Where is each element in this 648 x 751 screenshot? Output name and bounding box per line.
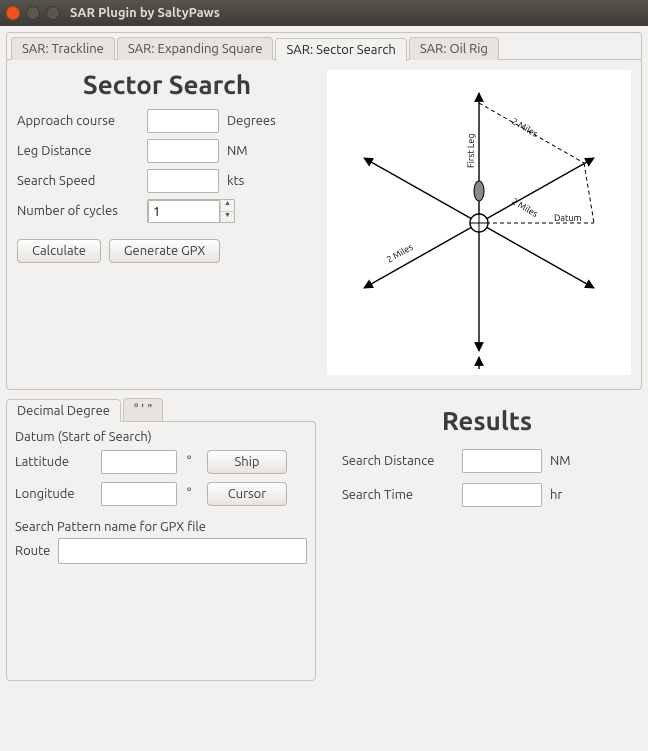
tab-dms[interactable]: ° ' ": [123, 398, 164, 421]
cycles-label: Number of cycles: [17, 204, 147, 218]
approach-course-input[interactable]: [147, 109, 219, 133]
close-icon[interactable]: [6, 6, 20, 20]
search-time-output[interactable]: [462, 483, 542, 507]
search-distance-unit: NM: [550, 454, 571, 468]
minimize-icon[interactable]: [26, 6, 40, 20]
longitude-label: Longitude: [15, 487, 95, 501]
approach-course-label: Approach course: [17, 114, 147, 128]
route-label: Route: [15, 544, 50, 558]
diagram-two-miles-1: 2 Miles: [510, 116, 540, 139]
latitude-label: Lattitude: [15, 455, 95, 469]
cycles-step-up[interactable]: ▲: [221, 200, 234, 212]
diagram-first-leg-label: First Leg: [466, 133, 476, 168]
maximize-icon[interactable]: [46, 6, 60, 20]
generate-gpx-button[interactable]: Generate GPX: [109, 239, 221, 263]
search-speed-input[interactable]: [147, 169, 219, 193]
cycles-input[interactable]: [148, 200, 220, 223]
cycles-step-down[interactable]: ▼: [221, 212, 234, 223]
tab-decimal-degree[interactable]: Decimal Degree: [6, 399, 121, 422]
tab-page-sector-search: Sector Search Approach course Degrees Le…: [7, 59, 641, 389]
leg-distance-input[interactable]: [147, 139, 219, 163]
latitude-input[interactable]: [101, 450, 177, 474]
search-speed-unit: kts: [227, 174, 244, 188]
results-panel: Results Search Distance NM Search Time h…: [332, 398, 642, 681]
longitude-degree-symbol: °: [187, 487, 201, 501]
window-title: SAR Plugin by SaltyPaws: [70, 6, 220, 20]
ship-button[interactable]: Ship: [207, 450, 287, 474]
search-distance-label: Search Distance: [342, 454, 462, 468]
gpx-section-label: Search Pattern name for GPX file: [15, 520, 307, 534]
latitude-degree-symbol: °: [187, 455, 201, 469]
diagram-datum-label: Datum: [554, 213, 582, 223]
leg-distance-label: Leg Distance: [17, 144, 147, 158]
tab-sector-search[interactable]: SAR: Sector Search: [275, 38, 406, 61]
search-distance-output[interactable]: [462, 449, 542, 473]
route-input[interactable]: [58, 538, 307, 564]
tab-trackline[interactable]: SAR: Trackline: [11, 37, 115, 60]
sector-search-diagram: First Leg 2 Miles 2 Miles 2 Miles Datum: [327, 70, 631, 375]
cycles-stepper[interactable]: ▲ ▼: [147, 199, 235, 223]
longitude-input[interactable]: [101, 482, 177, 506]
calculate-button[interactable]: Calculate: [17, 239, 101, 263]
main-tabs: SAR: Trackline SAR: Expanding Square SAR…: [6, 32, 642, 390]
search-time-label: Search Time: [342, 488, 462, 502]
datum-section-label: Datum (Start of Search): [15, 430, 307, 444]
search-time-unit: hr: [550, 488, 562, 502]
page-title: Sector Search: [17, 70, 317, 99]
results-heading: Results: [342, 406, 632, 435]
datum-panel: Datum (Start of Search) Lattitude ° Ship…: [6, 421, 316, 681]
tab-oil-rig[interactable]: SAR: Oil Rig: [409, 37, 499, 60]
window-titlebar: SAR Plugin by SaltyPaws: [0, 0, 648, 26]
tab-expanding-square[interactable]: SAR: Expanding Square: [117, 37, 274, 60]
cursor-button[interactable]: Cursor: [207, 482, 287, 506]
diagram-two-miles-2: 2 Miles: [510, 196, 540, 219]
leg-distance-unit: NM: [227, 144, 248, 158]
search-speed-label: Search Speed: [17, 174, 147, 188]
approach-course-unit: Degrees: [227, 114, 276, 128]
